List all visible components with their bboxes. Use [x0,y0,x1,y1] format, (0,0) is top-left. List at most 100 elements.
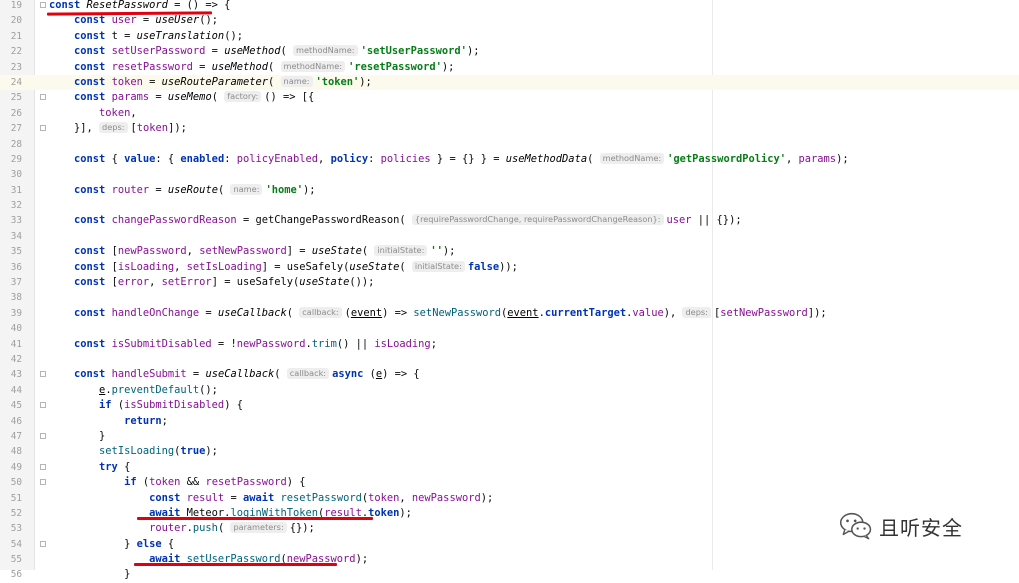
line-number: 54 [10,538,22,550]
code-text: router.push( parameters: {}); [49,521,315,536]
code-line[interactable]: 42 [0,352,1019,367]
code-token: const [74,368,112,381]
line-number: 53 [10,523,22,535]
code-token: error [117,276,150,289]
line-number: 25 [10,92,22,104]
line-number: 33 [10,215,22,227]
code-token: : [224,152,237,165]
code-line[interactable]: 28 [0,137,1019,152]
code-text: const result = await resetPassword(token… [49,491,493,506]
code-token: ); [205,445,218,458]
fold-toggle-icon[interactable] [40,402,46,409]
code-line[interactable]: 31 const router = useRoute( name:'home')… [0,183,1019,198]
code-line[interactable]: 48 setIsLoading(true); [0,444,1019,459]
code-token: ( [286,306,300,319]
code-text: const user = useUser(); [49,13,218,28]
code-token: preventDefault [111,383,200,396]
code-editor[interactable]: 19 const ResetPassword = () => {20 const … [0,0,1019,583]
line-number: 51 [10,492,22,504]
code-token: currentTarget [544,306,627,319]
code-line[interactable]: 40 [0,321,1019,336]
code-token: try [99,460,125,473]
fold-toggle-icon[interactable] [40,479,46,486]
code-token: ( [211,91,225,104]
code-token: async [332,368,370,381]
code-line[interactable]: 32 [0,198,1019,213]
line-number: 36 [10,261,22,273]
code-line[interactable]: 50 if (token && resetPassword) { [0,475,1019,490]
line-number: 34 [10,230,22,242]
code-line[interactable]: 37 const [error, setError] = useSafely(u… [0,275,1019,290]
code-line[interactable]: 49 try { [0,460,1019,475]
code-line[interactable]: 51 const result = await resetPassword(to… [0,491,1019,506]
code-line[interactable]: 43 const handleSubmit = useCallback( cal… [0,367,1019,382]
code-token: ; [161,414,168,427]
code-line[interactable]: 33 const changePasswordReason = getChang… [0,213,1019,228]
code-text: const [error, setError] = useSafely(useS… [49,275,374,290]
code-line[interactable]: 38 [0,290,1019,305]
code-line[interactable]: 46 return; [0,414,1019,429]
code-token: ); [836,152,849,165]
code-token: , [174,260,187,273]
code-line[interactable]: 20 const user = useUser(); [0,13,1019,28]
code-line[interactable]: 47 } [0,429,1019,444]
code-line[interactable]: 39 const handleOnChange = useCallback( c… [0,306,1019,321]
code-token: , [399,491,412,504]
code-line[interactable]: 36 const [isLoading, setIsLoading] = use… [0,260,1019,275]
code-token: () => [{ [264,91,315,104]
code-line[interactable]: 34 [0,229,1019,244]
code-line[interactable]: 41 const isSubmitDisabled = !newPassword… [0,337,1019,352]
fold-toggle-icon[interactable] [40,432,46,439]
code-token: && [180,476,206,489]
code-token: ) { [224,399,243,412]
code-line[interactable]: 30 [0,167,1019,182]
code-token: setNewPassword [720,306,808,319]
code-line[interactable]: 45 if (isSubmitDisabled) { [0,398,1019,413]
code-token: router [149,522,187,535]
parameter-hint: parameters: [230,522,287,534]
fold-toggle-icon[interactable] [40,125,46,132]
code-token: isLoading [117,260,175,273]
parameter-hint: initialState: [374,245,428,257]
code-token: = [136,14,156,27]
code-line[interactable]: 21 const t = useTranslation(); [0,29,1019,44]
code-line[interactable]: 22 const setUserPassword = useMethod( me… [0,44,1019,59]
fold-toggle-icon[interactable] [40,94,46,101]
fold-toggle-icon[interactable] [40,371,46,378]
code-token: , [786,152,799,165]
code-token: isLoading [374,337,431,350]
line-number: 38 [10,292,22,304]
code-text: const resetPassword = useMethod( methodN… [49,60,454,75]
code-line[interactable]: 29 const { value: { enabled: policyEnabl… [0,152,1019,167]
fold-toggle-icon[interactable] [40,540,46,547]
code-line[interactable]: 26 token, [0,106,1019,121]
parameter-hint: initialState: [411,260,465,272]
line-number: 21 [10,30,22,42]
code-line[interactable]: 24 const token = useRouteParameter( name… [0,74,1019,91]
code-token: user [666,214,692,227]
code-line[interactable]: 23 const resetPassword = useMethod( meth… [0,60,1019,75]
code-token: () || [336,337,375,350]
code-token: ] = [286,245,312,258]
code-token: , [149,276,162,289]
code-line[interactable]: 25 const params = useMemo( factory:() =>… [0,90,1019,105]
code-token: = [199,306,218,319]
fold-toggle-icon[interactable] [40,2,46,8]
code-line[interactable]: 35 const [newPassword, setNewPassword] =… [0,244,1019,259]
code-token: const [74,60,112,73]
code-token: 'home' [265,183,303,196]
code-token: ( [217,183,231,196]
code-line[interactable]: 27 }], deps: [token]); [0,121,1019,136]
code-token: useTranslation [136,29,225,42]
code-line[interactable]: 44 e.preventDefault(); [0,383,1019,398]
parameter-hint: name: [230,183,263,195]
code-token: 'token' [315,75,360,88]
code-token: await [242,491,281,504]
line-number: 35 [10,246,22,258]
fold-toggle-icon[interactable] [40,463,46,470]
